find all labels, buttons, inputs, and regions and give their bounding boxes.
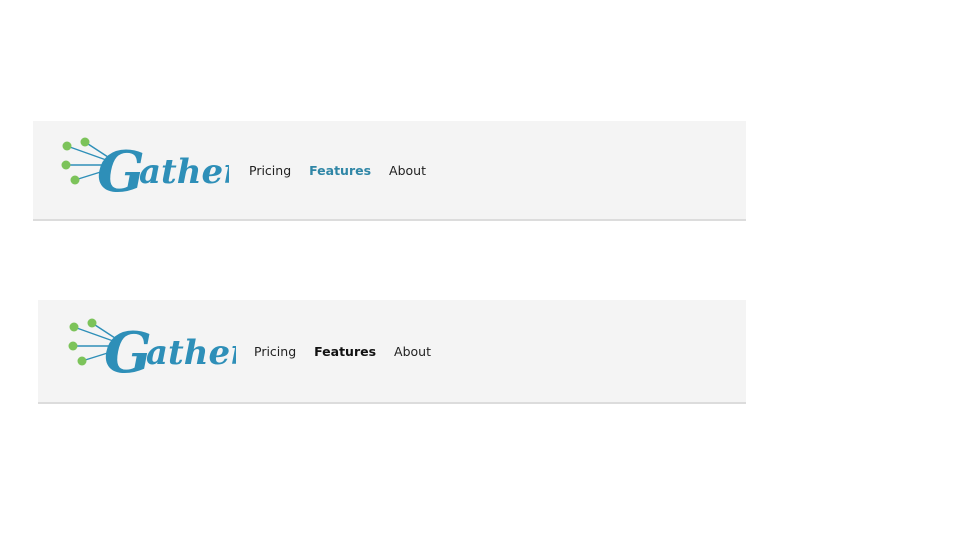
gather-logo[interactable]: G ather [57, 133, 229, 209]
svg-text:ather: ather [146, 333, 236, 373]
nav-links: Pricing Features About [254, 300, 449, 402]
nav-link-features[interactable]: Features [314, 344, 376, 359]
navbar-black-active: G ather Pricing Features About [38, 300, 746, 404]
nav-link-pricing[interactable]: Pricing [249, 163, 291, 178]
svg-text:G: G [104, 320, 152, 386]
nav-link-about[interactable]: About [389, 163, 426, 178]
nav-link-pricing[interactable]: Pricing [254, 344, 296, 359]
nav-link-about[interactable]: About [394, 344, 431, 359]
navbar-blue-active: G ather Pricing Features About [33, 121, 746, 221]
svg-text:ather: ather [139, 152, 229, 192]
nav-links: Pricing Features About [249, 121, 444, 219]
gather-logo[interactable]: G ather [64, 314, 236, 390]
svg-text:G: G [97, 139, 145, 205]
gather-logo-icon: G ather [61, 137, 229, 205]
gather-logo-icon: G ather [68, 318, 236, 386]
nav-link-features[interactable]: Features [309, 163, 371, 178]
